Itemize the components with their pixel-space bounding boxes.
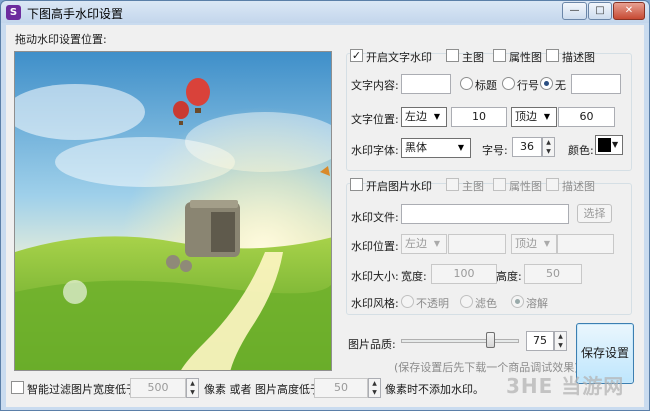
text-color-label: 颜色:: [568, 144, 594, 157]
text-target-main-checkbox[interactable]: [446, 49, 459, 62]
image-target-desc-label: 描述图: [562, 180, 595, 193]
close-button[interactable]: ✕: [613, 2, 645, 20]
image-position-label: 水印位置:: [351, 240, 399, 253]
text-font-select[interactable]: 黑体 ▼: [401, 138, 471, 158]
text-content-input[interactable]: [401, 74, 451, 94]
text-h-align-select[interactable]: 左边 ▼: [401, 107, 447, 127]
image-v-offset-input[interactable]: [557, 234, 614, 254]
content-line-label: 行号: [517, 79, 539, 92]
style-dissolve-label: 溶解: [526, 297, 548, 310]
text-target-desc-label: 描述图: [562, 51, 595, 64]
image-file-label: 水印文件:: [351, 211, 399, 224]
text-target-attr-checkbox[interactable]: [493, 49, 506, 62]
image-width-label: 宽度:: [401, 270, 427, 283]
quality-spinner[interactable]: ▲ ▼: [554, 331, 567, 351]
chevron-down-icon: ▼: [543, 112, 551, 121]
image-h-offset-input[interactable]: [448, 234, 506, 254]
text-font-label: 水印字体:: [351, 144, 399, 157]
minimize-button[interactable]: —: [562, 2, 587, 20]
quality-input[interactable]: 75: [526, 331, 554, 351]
site-watermark-logo: 3HE 当游网: [506, 370, 624, 399]
color-swatch: [598, 138, 611, 152]
style-screen-radio[interactable]: [460, 295, 473, 308]
image-h-align-select[interactable]: 左边 ▼: [401, 234, 447, 254]
text-target-main-label: 主图: [462, 51, 484, 64]
text-v-align-value: 顶边: [515, 110, 537, 123]
image-height-label: 高度:: [496, 270, 522, 283]
text-target-attr-label: 属性图: [509, 51, 542, 64]
filter-suffix-label: 像素时不添加水印。: [385, 383, 484, 396]
image-target-attr-checkbox[interactable]: [493, 178, 506, 191]
image-style-label: 水印风格:: [351, 297, 399, 310]
image-width-input[interactable]: 100: [431, 264, 497, 284]
image-target-attr-label: 属性图: [509, 180, 542, 193]
style-screen-label: 滤色: [475, 297, 497, 310]
content-none-radio[interactable]: [540, 77, 553, 90]
content-title-radio[interactable]: [460, 77, 473, 90]
maximize-button[interactable]: □: [588, 2, 612, 20]
image-height-input[interactable]: 50: [524, 264, 582, 284]
enable-text-watermark-label: 开启文字水印: [366, 51, 432, 64]
preview-landscape-image: [15, 52, 331, 370]
chevron-down-icon: ▼: [457, 143, 465, 152]
app-icon: S: [6, 5, 21, 20]
style-opaque-label: 不透明: [416, 297, 449, 310]
text-h-offset-input[interactable]: 10: [451, 107, 507, 127]
text-size-spinner[interactable]: ▲ ▼: [542, 137, 555, 157]
text-color-picker[interactable]: ▼: [595, 135, 623, 155]
text-font-value: 黑体: [405, 141, 427, 154]
image-target-main-label: 主图: [462, 180, 484, 193]
text-v-align-select[interactable]: 顶边 ▼: [511, 107, 557, 127]
filter-height-input[interactable]: 50: [314, 378, 368, 398]
image-v-align-value: 顶边: [515, 237, 537, 250]
quality-slider-track[interactable]: [401, 339, 519, 343]
preview-label: 拖动水印设置位置:: [15, 33, 107, 46]
site-watermark-cn: 当游网: [561, 374, 625, 398]
quality-label: 图片品质:: [348, 338, 396, 351]
text-size-label: 字号:: [482, 144, 508, 157]
smart-filter-checkbox[interactable]: [11, 381, 24, 394]
client-area: 拖动水印设置位置: ✓ 开启文字水印 主图 属性图 描述图 文字内容: 标题 行…: [6, 25, 644, 407]
text-content-label: 文字内容:: [351, 79, 399, 92]
image-size-label: 水印大小:: [351, 270, 399, 283]
chevron-down-icon: ▼: [433, 239, 441, 248]
enable-image-watermark-label: 开启图片水印: [366, 180, 432, 193]
content-line-radio[interactable]: [502, 77, 515, 90]
filter-width-input[interactable]: 500: [130, 378, 186, 398]
text-size-input[interactable]: 36: [512, 137, 542, 157]
filter-or-label: 像素 或者 图片高度低于:: [204, 383, 325, 396]
image-target-main-checkbox[interactable]: [446, 178, 459, 191]
title-bar[interactable]: S 下图高手水印设置 — □ ✕: [1, 1, 649, 23]
smart-filter-label: 智能过滤图片宽度低于:: [27, 383, 141, 396]
text-position-label: 文字位置:: [351, 113, 399, 126]
image-v-align-select[interactable]: 顶边 ▼: [511, 234, 557, 254]
chevron-down-icon: ▼: [543, 239, 551, 248]
preview-canvas[interactable]: [14, 51, 332, 371]
quality-slider-thumb[interactable]: [485, 332, 495, 348]
chevron-down-icon: ▼: [433, 112, 441, 121]
browse-button[interactable]: 选择: [577, 204, 612, 223]
text-target-desc-checkbox[interactable]: [546, 49, 559, 62]
style-dissolve-radio[interactable]: [511, 295, 524, 308]
content-none-label: 无: [555, 79, 566, 92]
enable-image-watermark-checkbox[interactable]: [350, 178, 363, 191]
image-target-desc-checkbox[interactable]: [546, 178, 559, 191]
filter-height-spinner[interactable]: ▲ ▼: [368, 378, 381, 398]
image-h-align-value: 左边: [405, 237, 427, 250]
text-v-offset-input[interactable]: 60: [558, 107, 615, 127]
main-window: S 下图高手水印设置 — □ ✕ 拖动水印设置位置: ✓ 开启文字水印 主图 属…: [0, 0, 650, 411]
text-content-extra-input[interactable]: [571, 74, 621, 94]
style-opaque-radio[interactable]: [401, 295, 414, 308]
chevron-down-icon: ▼: [612, 140, 619, 149]
filter-width-spinner[interactable]: ▲ ▼: [186, 378, 199, 398]
window-title: 下图高手水印设置: [27, 7, 124, 21]
text-h-align-value: 左边: [405, 110, 427, 123]
site-watermark-en: 3HE: [506, 374, 554, 398]
enable-text-watermark-checkbox[interactable]: ✓: [350, 49, 363, 62]
content-title-label: 标题: [475, 79, 497, 92]
image-file-input[interactable]: [401, 204, 569, 224]
